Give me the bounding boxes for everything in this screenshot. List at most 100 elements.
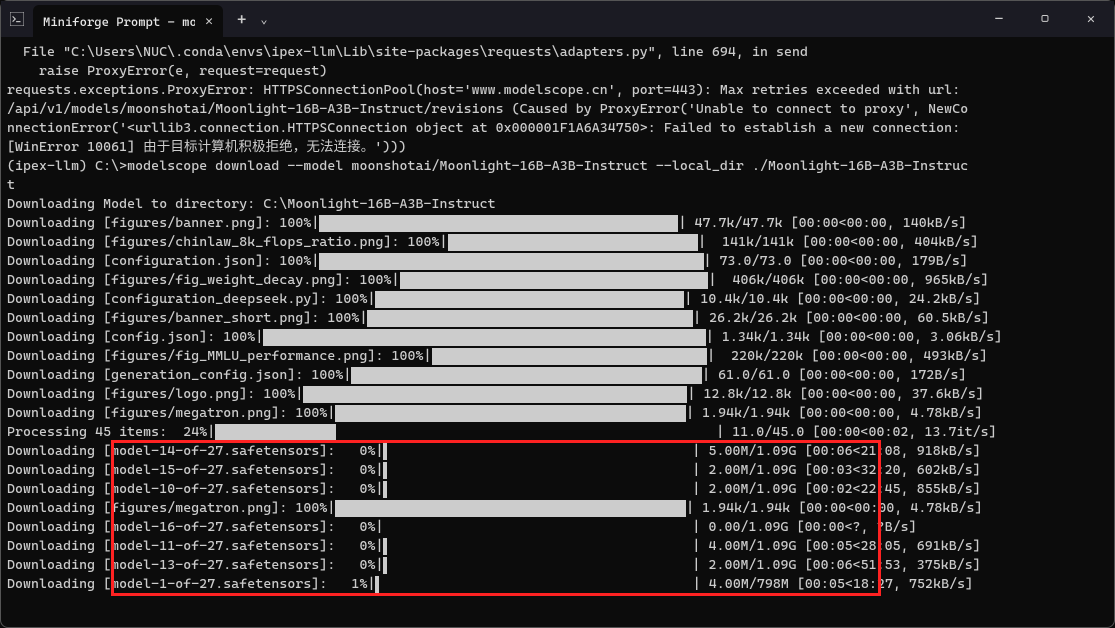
download-label: Downloading [model-10-of-27.safetensors]… <box>7 480 383 499</box>
download-row: Downloading [model-16-of-27.safetensors]… <box>7 518 1108 537</box>
progress-bar-fill <box>432 348 708 365</box>
progress-bar-empty <box>383 519 692 536</box>
download-row: Downloading [figures/megatron.png]: 100%… <box>7 404 1108 423</box>
download-label: Downloading [model-1-of-27.safetensors]:… <box>7 575 375 594</box>
download-row: Downloading [configuration_deepseek.py]:… <box>7 290 1108 309</box>
progress-bar-fill <box>263 329 706 346</box>
error-line: requests.exceptions.ProxyError: HTTPSCon… <box>7 81 1108 100</box>
download-row: Downloading [figures/chinlaw_8k_flops_ra… <box>7 233 1108 252</box>
progress-bar-fill <box>335 500 686 517</box>
download-row: Downloading [figures/logo.png]: 100%| | 1… <box>7 385 1108 404</box>
download-label: Downloading [figures/banner_short.png]: … <box>7 309 367 328</box>
download-row: Downloading [figures/banner_short.png]: … <box>7 309 1108 328</box>
terminal-icon <box>9 11 25 27</box>
download-row: Downloading [config.json]: 100%| | 1.34k/… <box>7 328 1108 347</box>
download-stats: | 406k/406k [00:00<00:00, 965kB/s] <box>708 271 988 290</box>
download-label: Downloading [figures/fig_MMLU_performanc… <box>7 347 432 366</box>
download-stats: | 1.94k/1.94k [00:00<00:00, 4.78kB/s] <box>686 404 982 423</box>
download-label: Downloading [configuration_deepseek.py]:… <box>7 290 375 309</box>
download-stats: | 73.0/73.0 [00:00<00:00, 179B/s] <box>704 252 968 271</box>
download-label: Downloading [model-16-of-27.safetensors]… <box>7 518 383 537</box>
download-row: Downloading [configuration.json]: 100%| |… <box>7 252 1108 271</box>
download-row: Downloading [model-13-of-27.safetensors]… <box>7 556 1108 575</box>
download-label: Downloading [config.json]: 100%| <box>7 328 263 347</box>
download-stats: | 220k/220k [00:00<00:00, 493kB/s] <box>707 347 987 366</box>
progress-bar-fill <box>319 215 678 232</box>
progress-bar-empty <box>387 538 692 555</box>
prompt-line: (ipex-llm) C:\>modelscope download --mod… <box>7 157 1108 176</box>
prompt-line: Downloading Model to directory: C:\Moonl… <box>7 195 1108 214</box>
error-line: [WinError 10061] 由于目标计算机积极拒绝，无法连接。'))) <box>7 138 1108 157</box>
download-label: Downloading [figures/megatron.png]: 100%… <box>7 499 335 518</box>
download-stats: | 5.00M/1.09G [00:06<21:08, 918kB/s] <box>692 442 980 461</box>
progress-bar-fill <box>319 253 703 270</box>
download-stats: | 0.00/1.09G [00:00<?, ?B/s] <box>692 518 916 537</box>
close-tab-icon[interactable]: ✕ <box>205 14 213 29</box>
download-row: Downloading [model-11-of-27.safetensors]… <box>7 537 1108 556</box>
tab-title: Miniforge Prompt - modelscop <box>43 14 195 29</box>
download-label: Downloading [model-15-of-27.safetensors]… <box>7 461 383 480</box>
progress-bar-fill <box>215 424 335 441</box>
download-label: Downloading [model-11-of-27.safetensors]… <box>7 537 383 556</box>
maximize-button[interactable]: ▢ <box>1022 1 1068 37</box>
download-stats: | 1.94k/1.94k [00:00<00:00, 4.78kB/s] <box>686 499 982 518</box>
download-stats: | 2.00M/1.09G [00:06<51:53, 375kB/s] <box>692 556 980 575</box>
window-controls: — ▢ ✕ <box>976 1 1114 37</box>
download-label: Downloading [figures/megatron.png]: 100%… <box>7 404 335 423</box>
download-label: Downloading [configuration.json]: 100%| <box>7 252 319 271</box>
download-row: Downloading [model-10-of-27.safetensors]… <box>7 480 1108 499</box>
progress-bar-fill <box>367 310 693 327</box>
download-row: Downloading [figures/fig_weight_decay.pn… <box>7 271 1108 290</box>
download-row: Downloading [model-14-of-27.safetensors]… <box>7 442 1108 461</box>
progress-bar-fill <box>448 234 699 251</box>
download-stats: | 61.0/61.0 [00:00<00:00, 172B/s] <box>702 366 966 385</box>
progress-bar-empty <box>336 424 717 441</box>
download-row: Downloading [model-1-of-27.safetensors]:… <box>7 575 1108 594</box>
error-line: File "C:\Users\NUC\.conda\envs\ipex-llm\… <box>7 43 1108 62</box>
progress-bar-empty <box>387 481 692 498</box>
progress-bar-fill <box>351 367 702 384</box>
progress-bar-empty <box>379 576 692 593</box>
download-label: Downloading [figures/fig_weight_decay.pn… <box>7 271 400 290</box>
progress-bar-fill <box>335 405 686 422</box>
download-row: Downloading [figures/fig_MMLU_performanc… <box>7 347 1108 366</box>
progress-bar-empty <box>387 462 692 479</box>
download-stats: | 2.00M/1.09G [00:02<22:45, 855kB/s] <box>692 480 980 499</box>
prompt-line: t <box>7 176 1108 195</box>
download-stats: | 4.00M/1.09G [00:05<28:05, 691kB/s] <box>692 537 980 556</box>
error-line: raise ProxyError(e, request=request) <box>7 62 1108 81</box>
progress-bar-fill <box>303 386 687 403</box>
progress-bar-fill <box>375 291 684 308</box>
download-row: Downloading [figures/megatron.png]: 100%… <box>7 499 1108 518</box>
download-label: Downloading [figures/logo.png]: 100%| <box>7 385 303 404</box>
window-tab[interactable]: Miniforge Prompt - modelscop ✕ <box>33 5 223 37</box>
download-row: Downloading [model-15-of-27.safetensors]… <box>7 461 1108 480</box>
titlebar: Miniforge Prompt - modelscop ✕ + ⌄ — ▢ ✕ <box>1 1 1114 37</box>
download-stats: | 1.34k/1.34k [00:00<00:00, 3.06kB/s] <box>706 328 1002 347</box>
download-label: Downloading [generation_config.json]: 10… <box>7 366 351 385</box>
download-stats: | 141k/141k [00:00<00:00, 404kB/s] <box>698 233 978 252</box>
download-row: Downloading [figures/banner.png]: 100%| |… <box>7 214 1108 233</box>
error-line: /api/v1/models/moonshotai/Moonlight-16B-… <box>7 100 1108 119</box>
download-row: Processing 45 items: 24%| | 11.0/45.0 [00… <box>7 423 1108 442</box>
download-row: Downloading [generation_config.json]: 10… <box>7 366 1108 385</box>
progress-bar-empty <box>387 443 692 460</box>
close-window-button[interactable]: ✕ <box>1068 1 1114 37</box>
download-stats: | 26.2k/26.2k [00:00<00:00, 60.5kB/s] <box>693 309 989 328</box>
download-stats: | 47.7k/47.7k [00:00<00:00, 140kB/s] <box>678 214 966 233</box>
download-label: Processing 45 items: 24%| <box>7 423 215 442</box>
download-label: Downloading [model-13-of-27.safetensors]… <box>7 556 383 575</box>
terminal-content[interactable]: File "C:\Users\NUC\.conda\envs\ipex-llm\… <box>1 37 1114 594</box>
progress-bar-empty <box>387 557 692 574</box>
error-line: nnectionError('<urllib3.connection.HTTPS… <box>7 119 1108 138</box>
download-stats: | 12.8k/12.8k [00:00<00:00, 37.6kB/s] <box>687 385 983 404</box>
new-tab-button[interactable]: + <box>237 10 246 29</box>
progress-bar-fill <box>400 272 709 289</box>
download-label: Downloading [model-14-of-27.safetensors]… <box>7 442 383 461</box>
minimize-button[interactable]: — <box>976 1 1022 37</box>
tab-dropdown-icon[interactable]: ⌄ <box>260 12 267 26</box>
download-stats: | 4.00M/798M [00:05<18:27, 752kB/s] <box>693 575 973 594</box>
download-stats: | 2.00M/1.09G [00:03<32:20, 602kB/s] <box>692 461 980 480</box>
download-stats: | 11.0/45.0 [00:00<00:02, 13.7it/s] <box>716 423 996 442</box>
download-label: Downloading [figures/banner.png]: 100%| <box>7 214 319 233</box>
